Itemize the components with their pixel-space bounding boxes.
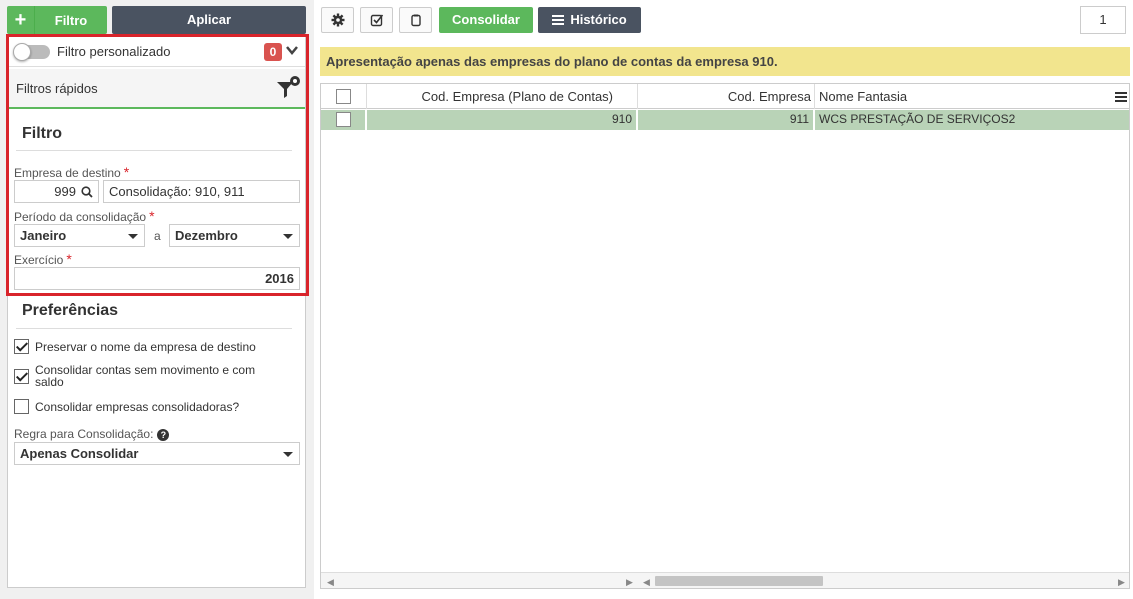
custom-filter-toggle[interactable] [13,43,50,61]
filter-sidebar: + Filtro Aplicar Filtro personalizado 0 … [0,0,314,599]
section-divider [16,150,292,151]
periodo-label: Período da consolidação * [14,208,155,224]
preservar-nome-checkbox[interactable] [14,339,29,354]
custom-filter-label: Filtro personalizado [57,44,171,59]
row-checkbox[interactable] [336,112,351,127]
toggle-knob [13,43,31,61]
main-content: Consolidar Histórico 1 Apresentação apen… [314,0,1133,599]
historico-label: Histórico [570,12,627,27]
check-all-button[interactable] [360,7,393,33]
quick-filters-label: Filtros rápidos [16,81,98,96]
add-filter-button[interactable]: + Filtro [7,6,107,34]
consolidar-consolidadoras-checkbox[interactable] [14,399,29,414]
col-cod-empresa-header[interactable]: Cod. Empresa [638,84,815,109]
help-icon[interactable]: ? [157,428,170,441]
table-row[interactable]: 910 911 WCS PRESTAÇÃO DE SERVIÇOS2 [321,110,1129,130]
row-cod-plano: 910 [367,110,638,130]
dropdown-caret-icon [128,234,138,239]
companies-grid: Cod. Empresa (Plano de Contas) Cod. Empr… [320,83,1130,589]
periodo-de-select[interactable]: Janeiro [14,224,145,247]
scroll-thumb[interactable] [655,576,823,586]
quick-filters-header: Filtros rápidos [8,69,305,109]
regra-value: Apenas Consolidar [20,446,139,461]
historico-button[interactable]: Histórico [538,7,641,33]
row-select-cell [321,110,367,130]
dropdown-caret-icon [283,452,293,457]
page-indicator[interactable]: 1 [1080,6,1126,34]
empresa-code-value: 999 [54,184,76,199]
regra-label: Regra para Consolidação:? [14,427,170,441]
custom-filter-count-badge: 0 [264,43,282,61]
row-nome: WCS PRESTAÇÃO DE SERVIÇOS2 [819,112,1016,126]
consolidar-contas-label: Consolidar contas sem movimento e com sa… [35,363,256,389]
col-cod-plano-header[interactable]: Cod. Empresa (Plano de Contas) [367,84,638,109]
periodo-ate-select[interactable]: Dezembro [169,224,300,247]
chevron-down-icon[interactable] [285,43,299,57]
empresa-code-input[interactable]: 999 [14,180,99,203]
periodo-ate-value: Dezembro [175,228,238,243]
apply-button[interactable]: Aplicar [112,6,306,34]
clipboard-button[interactable] [399,7,432,33]
row-cod-empresa: 911 [638,110,815,130]
search-icon[interactable] [81,186,93,198]
periodo-de-value: Janeiro [20,228,67,243]
exercicio-label: Exercício * [14,251,72,267]
consolidar-contas-checkbox[interactable] [14,369,29,384]
gear-icon [331,13,344,27]
preferencias-section-title: Preferências [22,302,119,319]
section-divider [16,328,292,329]
filter-settings-icon[interactable] [275,74,301,100]
periodo-separator: a [154,229,161,243]
select-all-checkbox[interactable] [336,89,351,104]
column-menu-icon[interactable] [1115,91,1127,102]
filter-panel: Filtro personalizado 0 Filtros rápidos F… [7,36,306,588]
scroll-left-icon[interactable]: ◀ [327,577,334,588]
custom-filter-row: Filtro personalizado 0 [8,37,305,67]
regra-select[interactable]: Apenas Consolidar [14,442,300,465]
preservar-nome-label: Preservar o nome da empresa de destino [35,340,256,354]
dropdown-caret-icon [283,234,293,239]
check-all-icon [370,14,383,27]
consolidar-consolidadoras-label: Consolidar empresas consolidadoras? [35,400,240,414]
empresa-destino-label: Empresa de destino * [14,164,130,180]
settings-button[interactable] [321,7,354,33]
select-all-cell [321,84,367,109]
list-icon [552,13,565,27]
consolidar-button[interactable]: Consolidar [439,7,533,33]
add-filter-label: Filtro [54,12,88,28]
exercicio-input[interactable]: 2016 [14,267,300,290]
scroll-right-icon[interactable]: ▶ [626,577,633,588]
filtro-section-title: Filtro [22,125,62,142]
grid-header: Cod. Empresa (Plano de Contas) Cod. Empr… [321,84,1129,109]
horizontal-scrollbar[interactable]: ◀ ▶ ◀ ▶ [321,572,1129,588]
info-notice: Apresentação apenas das empresas do plan… [320,47,1130,76]
col-nome-header[interactable]: Nome Fantasia [815,84,1112,109]
scroll-right-icon[interactable]: ▶ [1118,577,1125,588]
empresa-desc-field: Consolidação: 910, 911 [103,180,300,203]
clipboard-icon [410,14,421,27]
scroll-left-icon[interactable]: ◀ [643,577,650,588]
plus-icon: + [7,6,35,34]
